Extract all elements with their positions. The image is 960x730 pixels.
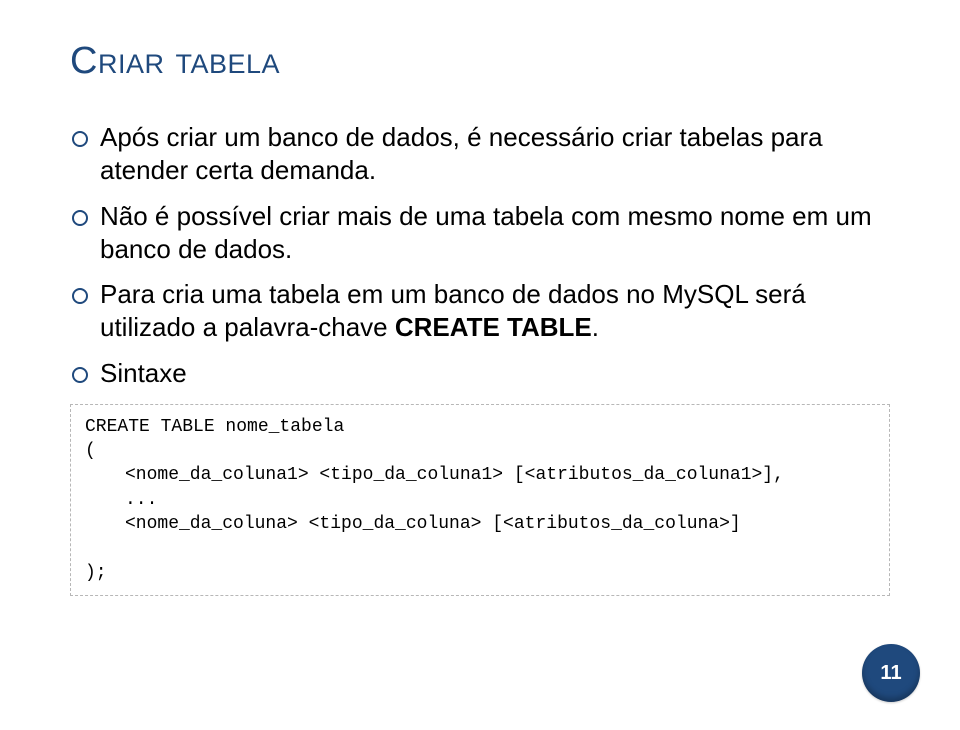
code-line: ( bbox=[85, 441, 96, 461]
slide: Criar tabela Após criar um banco de dado… bbox=[0, 0, 960, 730]
bullet-item: Sintaxe bbox=[70, 357, 890, 390]
bullet-item: Para cria uma tabela em um banco de dado… bbox=[70, 278, 890, 345]
bullet-list: Após criar um banco de dados, é necessár… bbox=[70, 121, 890, 390]
bullet-text: Não é possível criar mais de uma tabela … bbox=[100, 201, 872, 264]
bullet-strong: CREATE TABLE bbox=[395, 312, 592, 342]
code-line: CREATE TABLE nome_tabela bbox=[85, 417, 344, 437]
bullet-item: Após criar um banco de dados, é necessár… bbox=[70, 121, 890, 188]
code-box: CREATE TABLE nome_tabela ( <nome_da_colu… bbox=[70, 404, 890, 596]
slide-title: Criar tabela bbox=[70, 40, 890, 83]
code-line: <nome_da_coluna1> <tipo_da_coluna1> [<at… bbox=[85, 463, 875, 487]
code-line: ); bbox=[85, 563, 107, 583]
bullet-text: . bbox=[592, 312, 599, 342]
bullet-item: Não é possível criar mais de uma tabela … bbox=[70, 200, 890, 267]
bullet-text: Após criar um banco de dados, é necessár… bbox=[100, 122, 823, 185]
page-number-badge: 11 bbox=[862, 644, 920, 702]
bullet-text: Sintaxe bbox=[100, 358, 187, 388]
page-number: 11 bbox=[880, 662, 901, 685]
code-line: ... bbox=[85, 488, 875, 512]
code-line: <nome_da_coluna> <tipo_da_coluna> [<atri… bbox=[85, 512, 875, 536]
